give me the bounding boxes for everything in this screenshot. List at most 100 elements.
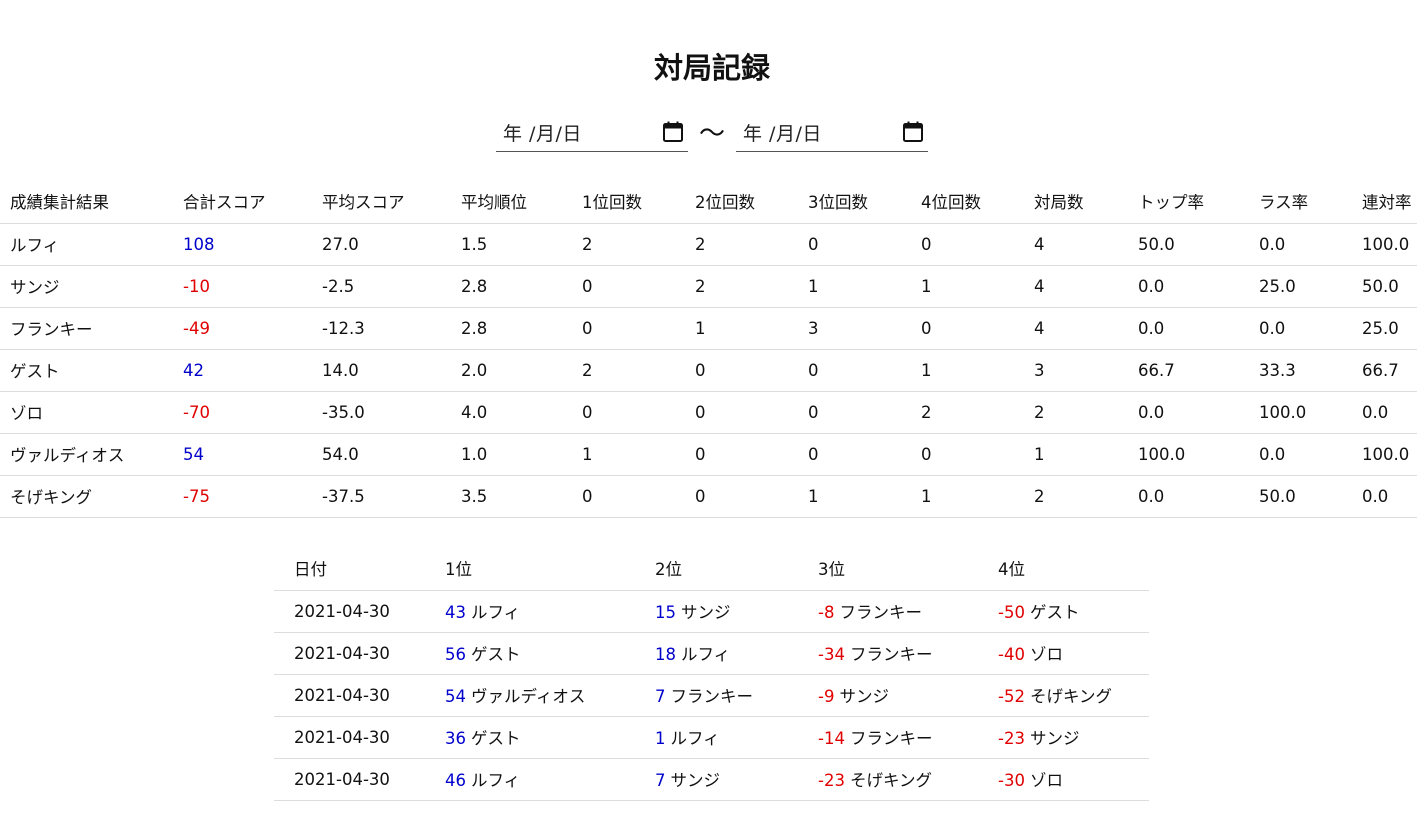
stats-cell: 0 — [582, 402, 593, 422]
stats-cell: 0.0 — [1138, 486, 1165, 506]
game-row: 2021-04-30 46 ルフィ 7 サンジ -23 そげキング -30 ゾロ — [274, 758, 1149, 800]
stats-cell: 3.5 — [461, 486, 488, 506]
placement-player-name: フランキー — [849, 729, 933, 748]
placement-player-name: ルフィ — [670, 729, 720, 748]
stats-cell: 0 — [695, 402, 706, 422]
placement-score: 7 — [655, 687, 666, 706]
placement-player-name: ルフィ — [681, 645, 731, 664]
stats-cell: 100.0 — [1138, 444, 1186, 464]
stats-header-cell: 成績集計結果 — [10, 192, 109, 212]
games-header-row: 日付 1位 2位 3位 4位 — [274, 547, 1149, 590]
placement-player-name: ルフィ — [471, 603, 521, 622]
placement-score: 7 — [655, 771, 666, 790]
stats-cell: 3 — [808, 318, 819, 338]
placement-player-name: ゲスト — [471, 729, 521, 748]
stats-cell: 1 — [921, 360, 932, 380]
stats-cell: 0 — [921, 444, 932, 464]
placement-cell: 15 サンジ — [635, 590, 798, 632]
placement-score: -52 — [998, 687, 1025, 706]
stats-cell: 2 — [921, 402, 932, 422]
placement-player-name: ヴァルディオス — [471, 687, 586, 706]
placement-player-name: フランキー — [670, 687, 754, 706]
player-name-cell: そげキング — [10, 488, 93, 507]
stats-cell: 4 — [1034, 276, 1045, 296]
stats-header-row: 成績集計結果 合計スコア 平均スコア 平均順位 1位回数 2位回数 3位回数 4… — [0, 179, 1417, 223]
games-header-cell: 1位 — [445, 560, 472, 580]
stats-cell: 0 — [921, 318, 932, 338]
stats-cell: 4 — [1034, 318, 1045, 338]
placement-player-name: サンジ — [1029, 729, 1080, 748]
placement-player-name: サンジ — [670, 771, 721, 790]
stats-cell: 50.0 — [1259, 486, 1296, 506]
placement-cell: -14 フランキー — [798, 716, 978, 758]
stats-header-cell: 平均スコア — [322, 192, 405, 212]
stats-row: ヴァルディオス 54 54.0 1.0 1 0 0 0 1 100.0 0.0 100.0 — [0, 433, 1417, 475]
placement-score: -23 — [818, 771, 845, 790]
start-date-input[interactable]: 年 /月/日 — [496, 114, 688, 152]
stats-cell: 2 — [582, 360, 593, 380]
stats-cell: 0 — [695, 486, 706, 506]
stats-header-cell: 1位回数 — [582, 192, 642, 212]
stats-cell: 2 — [695, 234, 706, 254]
game-date-cell: 2021-04-30 — [294, 769, 390, 789]
stats-cell: 0 — [808, 402, 819, 422]
end-date-input[interactable]: 年 /月/日 — [736, 114, 928, 152]
placement-cell: 54 ヴァルディオス — [425, 674, 635, 716]
stats-cell: 0.0 — [1362, 486, 1389, 506]
placement-cell: 43 ルフィ — [425, 590, 635, 632]
placement-cell: -9 サンジ — [798, 674, 978, 716]
stats-cell: 2.8 — [461, 318, 488, 338]
stats-cell: 100.0 — [1362, 444, 1410, 464]
stats-row: サンジ -10 -2.5 2.8 0 2 1 1 4 0.0 25.0 50.0 — [0, 265, 1417, 307]
stats-row: ルフィ 108 27.0 1.5 2 2 0 0 4 50.0 0.0 100.0 — [0, 223, 1417, 265]
stats-header-cell: 対局数 — [1034, 192, 1084, 212]
stats-cell: 2 — [582, 234, 593, 254]
placement-cell: 1 ルフィ — [635, 716, 798, 758]
placement-score: 56 — [445, 645, 466, 664]
games-header-cell: 3位 — [818, 560, 845, 580]
games-header-cell: 日付 — [294, 560, 327, 580]
stats-cell: 0.0 — [1259, 444, 1286, 464]
player-name-cell: ゾロ — [10, 404, 43, 423]
stats-cell: 1 — [921, 486, 932, 506]
stats-cell: 1 — [582, 444, 593, 464]
game-date-cell: 2021-04-30 — [294, 643, 390, 663]
placement-player-name: そげキング — [849, 771, 932, 790]
stats-header-cell: 4位回数 — [921, 192, 981, 212]
games-header-cell: 2位 — [655, 560, 682, 580]
stats-cell: 2 — [1034, 402, 1045, 422]
placement-score: -14 — [818, 729, 845, 748]
stats-cell: 0.0 — [1259, 318, 1286, 338]
stats-cell: 0 — [808, 444, 819, 464]
stats-table-body: ルフィ 108 27.0 1.5 2 2 0 0 4 50.0 0.0 100.0 サンジ -10 -2.5… — [0, 223, 1417, 517]
placement-player-name: サンジ — [681, 603, 731, 622]
stats-cell: 0 — [808, 234, 819, 254]
calendar-icon[interactable] — [903, 121, 923, 142]
player-name-cell: ヴァルディオス — [10, 446, 125, 465]
stats-cell: 0.0 — [1362, 402, 1389, 422]
stats-row: そげキング -75 -37.5 3.5 0 0 1 1 2 0.0 50.0 0.0 — [0, 475, 1417, 517]
placement-score: -8 — [818, 603, 835, 622]
stats-cell: 1.5 — [461, 234, 488, 254]
games-table-body: 2021-04-30 43 ルフィ 15 サンジ -8 フランキー -50 ゲスト 2021-04… — [274, 590, 1149, 800]
placement-player-name: フランキー — [839, 603, 922, 622]
end-date-placeholder: 年 /月/日 — [743, 123, 822, 145]
placement-player-name: ゲスト — [471, 645, 521, 664]
stats-header-cell: 3位回数 — [808, 192, 868, 212]
placement-cell: -23 そげキング — [798, 758, 978, 800]
placement-score: -23 — [998, 729, 1025, 748]
placement-cell: 7 サンジ — [635, 758, 798, 800]
stats-cell: 2.8 — [461, 276, 488, 296]
game-row: 2021-04-30 43 ルフィ 15 サンジ -8 フランキー -50 ゲスト — [274, 590, 1149, 632]
calendar-icon[interactable] — [663, 121, 683, 142]
placement-cell: -50 ゲスト — [978, 590, 1149, 632]
stats-cell: -12.3 — [322, 318, 365, 338]
player-name-cell: ルフィ — [10, 236, 60, 255]
stats-cell: 50.0 — [1138, 234, 1175, 254]
placement-score: 46 — [445, 771, 466, 790]
placement-cell: 46 ルフィ — [425, 758, 635, 800]
total-score-cell: 42 — [183, 360, 204, 380]
stats-cell: 100.0 — [1259, 402, 1307, 422]
page-title: 対局記録 — [653, 51, 770, 85]
game-date-cell: 2021-04-30 — [294, 727, 390, 747]
